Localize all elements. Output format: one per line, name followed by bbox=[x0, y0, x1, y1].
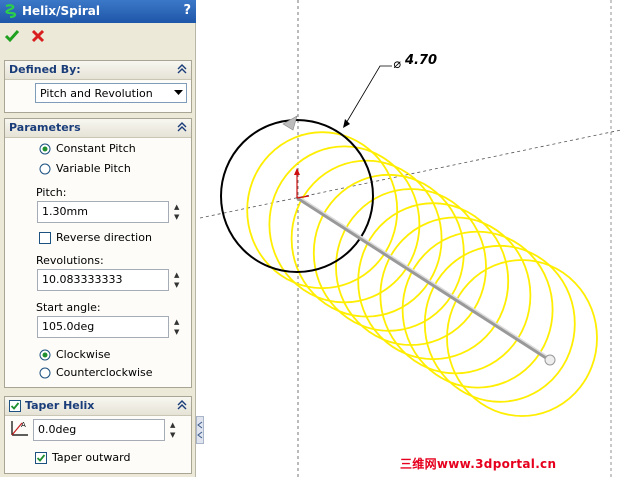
start-angle-spinner[interactable]: ▲ ▼ bbox=[174, 316, 184, 338]
diameter-symbol: ⌀ bbox=[393, 57, 401, 72]
horizontal-reference-line bbox=[199, 129, 621, 219]
helix-feature-icon bbox=[5, 4, 17, 19]
collapse-chevron-icon[interactable] bbox=[176, 399, 188, 411]
defined-by-selected: Pitch and Revolution bbox=[40, 87, 153, 100]
checkbox-empty-icon bbox=[39, 232, 51, 244]
cancel-x-icon[interactable] bbox=[30, 28, 46, 44]
parameters-header[interactable]: Parameters bbox=[5, 119, 191, 138]
radio-empty-icon bbox=[39, 163, 51, 175]
defined-by-dropdown[interactable]: Pitch and Revolution bbox=[35, 83, 187, 103]
dimension-leader-arrow bbox=[343, 119, 350, 128]
pitch-label: Pitch: bbox=[36, 186, 67, 199]
checkbox-checked-icon bbox=[35, 452, 47, 464]
variable-pitch-radio[interactable]: Variable Pitch bbox=[39, 162, 131, 178]
radio-selected-icon bbox=[39, 349, 51, 361]
variable-pitch-label: Variable Pitch bbox=[56, 162, 131, 175]
clockwise-radio[interactable]: Clockwise bbox=[39, 348, 110, 364]
ok-check-icon[interactable] bbox=[4, 28, 20, 44]
taper-angle-input[interactable]: 0.0deg bbox=[33, 419, 165, 441]
constant-pitch-radio[interactable]: Constant Pitch bbox=[39, 142, 136, 158]
graphics-viewport[interactable]: ⌀ 4.70 bbox=[197, 0, 621, 477]
taper-helix-header[interactable]: Taper Helix bbox=[5, 397, 191, 416]
pitch-spinner[interactable]: ▲ ▼ bbox=[174, 201, 184, 223]
revolutions-spinner[interactable]: ▲ ▼ bbox=[174, 269, 184, 291]
help-icon[interactable]: ? bbox=[183, 3, 191, 18]
panel-title: Helix/Spiral bbox=[22, 4, 101, 18]
start-angle-input[interactable]: 105.0deg bbox=[37, 316, 169, 338]
taper-angle-spinner[interactable]: ▲ ▼ bbox=[170, 419, 180, 441]
taper-helix-checkbox[interactable] bbox=[9, 400, 21, 412]
reverse-direction-label: Reverse direction bbox=[56, 231, 152, 244]
property-manager-panel: Helix/Spiral ? Defined By: Pitch and Rev… bbox=[0, 0, 196, 477]
clockwise-label: Clockwise bbox=[56, 348, 111, 361]
constant-pitch-label: Constant Pitch bbox=[56, 142, 136, 155]
reverse-direction-checkbox[interactable]: Reverse direction bbox=[39, 231, 152, 247]
start-direction-arrow[interactable] bbox=[282, 115, 298, 131]
parameters-heading: Parameters bbox=[9, 121, 81, 134]
start-angle-label: Start angle: bbox=[36, 301, 101, 314]
origin-y-arrow bbox=[294, 168, 300, 175]
taper-outward-label: Taper outward bbox=[52, 451, 131, 464]
title-bar: Helix/Spiral ? bbox=[0, 0, 196, 23]
radio-empty-icon bbox=[39, 367, 51, 379]
collapse-chevron-icon[interactable] bbox=[176, 121, 188, 133]
radio-selected-icon bbox=[39, 143, 51, 155]
counterclockwise-radio[interactable]: Counterclockwise bbox=[39, 366, 153, 382]
defined-by-header[interactable]: Defined By: bbox=[5, 61, 191, 80]
dimension-leader bbox=[344, 65, 392, 126]
taper-angle-icon: A bbox=[11, 421, 28, 436]
diameter-dimension[interactable]: ⌀ 4.70 bbox=[393, 53, 437, 72]
pitch-input[interactable]: 1.30mm bbox=[37, 201, 169, 223]
axis-end-handle[interactable] bbox=[544, 354, 556, 366]
taper-helix-heading: Taper Helix bbox=[25, 399, 95, 412]
svg-text:A: A bbox=[21, 421, 26, 429]
defined-by-group: Defined By: Pitch and Revolution bbox=[4, 60, 192, 113]
taper-outward-checkbox[interactable]: Taper outward bbox=[35, 451, 130, 467]
diameter-value: 4.70 bbox=[404, 53, 437, 68]
watermark-text: 三维网www.3dportal.cn bbox=[400, 457, 557, 471]
revolutions-label: Revolutions: bbox=[36, 254, 104, 267]
helix-axis bbox=[296, 196, 552, 362]
revolutions-input[interactable]: 10.083333333 bbox=[37, 269, 169, 291]
chevron-down-icon bbox=[174, 90, 183, 95]
counterclockwise-label: Counterclockwise bbox=[56, 366, 153, 379]
taper-helix-group: Taper Helix A 0.0deg ▲ ▼ Taper outward bbox=[4, 396, 192, 474]
collapse-chevron-icon[interactable] bbox=[176, 63, 188, 75]
defined-by-heading: Defined By: bbox=[9, 63, 81, 76]
parameters-group: Parameters Constant Pitch Variable Pitch… bbox=[4, 118, 192, 388]
